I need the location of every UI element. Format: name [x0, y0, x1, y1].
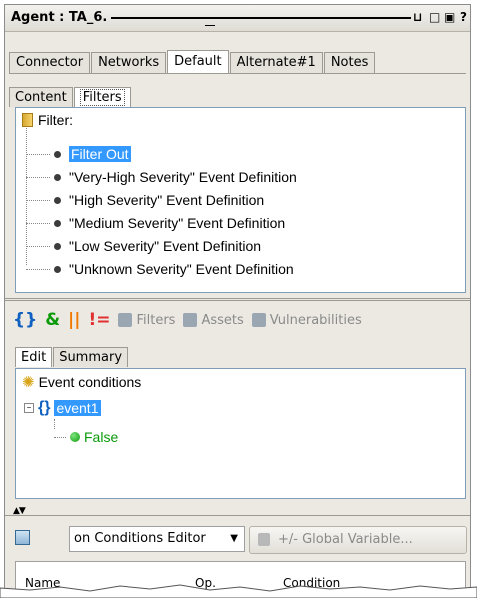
filter-item-very-high[interactable]: "Very-High Severity" Event Definition: [26, 167, 297, 187]
green-dot-icon: [70, 432, 80, 442]
filter-item-label: Filter Out: [69, 146, 131, 162]
tab-connector[interactable]: Connector: [9, 52, 91, 73]
event-node[interactable]: − {} event1: [24, 399, 101, 417]
title-underscore: [205, 25, 215, 26]
condition-toolbar: {} & || != Filters Assets Vulnerabilitie…: [13, 308, 362, 332]
editor-select[interactable]: on Conditions Editor ▼: [69, 526, 245, 552]
filter-item-unknown[interactable]: "Unknown Severity" Event Definition: [26, 259, 294, 279]
help-icon[interactable]: ?: [460, 10, 467, 24]
or-icon[interactable]: ||: [68, 310, 80, 330]
window-title: Agent : TA_6.: [11, 10, 108, 25]
calendar-icon[interactable]: [15, 530, 30, 545]
false-node[interactable]: False: [54, 429, 118, 445]
vulnerabilities-button[interactable]: Vulnerabilities: [251, 312, 362, 328]
title-rule: [111, 17, 411, 19]
filter-tree: Filter: Filter Out "Very-High Severity" …: [15, 107, 466, 293]
filter-item-medium[interactable]: "Medium Severity" Event Definition: [26, 213, 285, 233]
bullet-icon: [54, 265, 61, 273]
assets-label: Assets: [201, 312, 244, 328]
filter-item-low[interactable]: "Low Severity" Event Definition: [26, 236, 261, 256]
collapse-icon[interactable]: −: [24, 403, 34, 413]
filters-button[interactable]: Filters: [118, 313, 175, 328]
bullet-icon: [54, 150, 61, 158]
chevron-down-icon: ▼: [230, 533, 238, 544]
tab-divider: [9, 73, 466, 74]
vulnerabilities-label: Vulnerabilities: [269, 312, 362, 328]
false-label: False: [84, 429, 119, 445]
tab-filters-label: Filters: [79, 89, 125, 106]
bullet-icon: [54, 219, 61, 227]
bullet-icon: [54, 242, 61, 250]
tab-alternate-1[interactable]: Alternate#1: [229, 52, 323, 73]
maximize-icon[interactable]: ▣: [444, 10, 455, 24]
title-bar[interactable]: Agent : TA_6. ⊔ □ ▣ ?: [5, 5, 470, 32]
filter-item-high[interactable]: "High Severity" Event Definition: [26, 190, 264, 210]
condition-tree: ✺ Event conditions − {} event1 False: [15, 368, 466, 499]
filter-item-label: "Unknown Severity" Event Definition: [69, 261, 294, 277]
filter-icon: [118, 313, 133, 327]
folder-icon: [22, 113, 33, 127]
tab-edit[interactable]: Edit: [15, 347, 53, 367]
variable-icon: [258, 533, 270, 546]
global-variable-button[interactable]: +/- Global Variable...: [249, 526, 467, 554]
torn-edge: [0, 584, 477, 598]
event-label: event1: [54, 400, 101, 416]
not-equal-icon[interactable]: !=: [88, 310, 110, 330]
filter-root-label: Filter:: [38, 112, 73, 128]
tab-summary[interactable]: Summary: [53, 347, 129, 367]
tab-filters[interactable]: Filters: [73, 87, 131, 107]
asset-icon: [183, 313, 198, 327]
filter-item-label: "Low Severity" Event Definition: [69, 238, 262, 254]
editor-select-value: on Conditions Editor: [74, 531, 206, 546]
conditions-root[interactable]: ✺ Event conditions: [22, 373, 141, 391]
braces-icon: {}: [38, 399, 51, 416]
conditions-root-label: Event conditions: [38, 374, 142, 390]
filter-root[interactable]: Filter:: [22, 112, 73, 128]
tab-default[interactable]: Default: [167, 50, 229, 74]
bullet-icon: [54, 173, 61, 181]
restore-icon[interactable]: □: [429, 10, 440, 24]
panel-splitter[interactable]: [5, 298, 470, 301]
braces-icon[interactable]: {}: [13, 310, 37, 330]
filter-item-filter-out[interactable]: Filter Out: [26, 144, 131, 164]
bullet-icon: [54, 196, 61, 204]
filter-item-label: "Medium Severity" Event Definition: [69, 215, 286, 231]
tab-notes[interactable]: Notes: [323, 52, 376, 73]
and-icon[interactable]: &: [45, 310, 60, 330]
minimize-icon[interactable]: ⊔: [413, 10, 423, 24]
content-tab-bar: Content Filters: [9, 83, 132, 107]
assets-button[interactable]: Assets: [183, 312, 244, 328]
edit-tab-bar: Edit Summary: [15, 343, 129, 367]
main-tab-bar: Connector Networks Default Alternate#1 N…: [9, 49, 376, 74]
vulnerability-icon: [251, 313, 266, 327]
filter-item-label: "Very-High Severity" Event Definition: [69, 169, 297, 185]
gear-icon: ✺: [22, 374, 35, 391]
agent-window: Agent : TA_6. ⊔ □ ▣ ? Connector Networks…: [4, 4, 471, 593]
filter-item-label: "High Severity" Event Definition: [69, 192, 265, 208]
tab-networks[interactable]: Networks: [91, 52, 167, 73]
filters-label: Filters: [136, 312, 176, 328]
global-variable-label: +/- Global Variable...: [278, 532, 413, 547]
tab-content[interactable]: Content: [9, 87, 73, 107]
